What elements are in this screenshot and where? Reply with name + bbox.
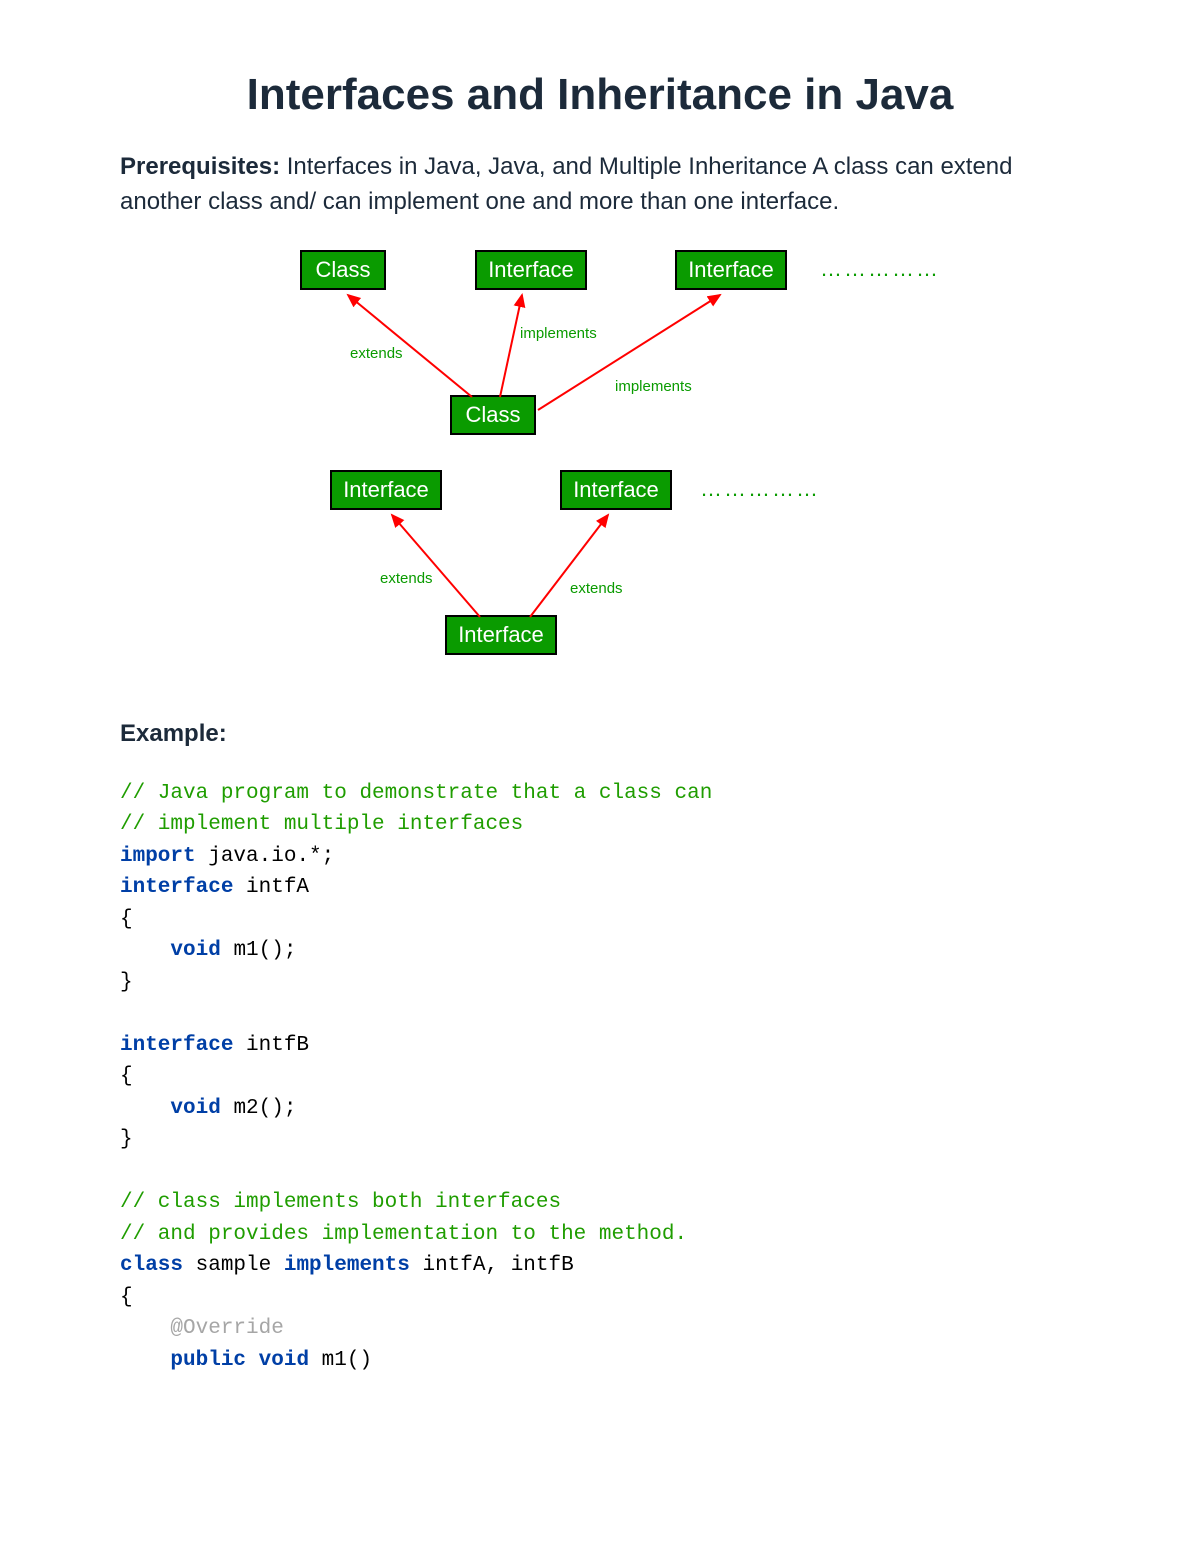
code-text: { xyxy=(120,1065,133,1088)
code-text: java.io.*; xyxy=(196,845,335,868)
code-keyword: void xyxy=(259,1349,309,1372)
code-keyword: interface xyxy=(120,1034,233,1057)
code-text: } xyxy=(120,971,133,994)
code-text: { xyxy=(120,908,133,931)
code-text: m1(); xyxy=(221,939,297,962)
code-keyword: implements xyxy=(284,1254,410,1277)
code-keyword: import xyxy=(120,845,196,868)
code-text xyxy=(246,1349,259,1372)
diagram-interface-extends: Interface Interface …………… Interface exte… xyxy=(220,470,980,680)
code-keyword: class xyxy=(120,1254,183,1277)
intro-paragraph: Prerequisites: Interfaces in Java, Java,… xyxy=(120,150,1080,220)
label-extends-2: extends xyxy=(570,580,623,597)
box-interface-parent-1: Interface xyxy=(330,470,442,510)
box-class-parent: Class xyxy=(300,250,386,290)
prereq-label: Prerequisites: xyxy=(120,153,280,180)
code-text xyxy=(120,1317,170,1340)
box-interface-parent-2: Interface xyxy=(560,470,672,510)
box-class-child: Class xyxy=(450,395,536,435)
ellipsis-1: …………… xyxy=(820,256,940,282)
code-text: m2(); xyxy=(221,1097,297,1120)
box-interface-child: Interface xyxy=(445,615,557,655)
code-text: intfA xyxy=(233,876,309,899)
label-extends: extends xyxy=(350,345,403,362)
code-comment: // class implements both interfaces xyxy=(120,1191,561,1214)
ellipsis-2: …………… xyxy=(700,476,820,502)
page-title: Interfaces and Inheritance in Java xyxy=(120,70,1080,120)
code-text: sample xyxy=(183,1254,284,1277)
code-text xyxy=(120,1349,170,1372)
code-text: m1() xyxy=(309,1349,372,1372)
label-implements2: implements xyxy=(615,378,692,395)
code-keyword: void xyxy=(170,1097,220,1120)
example-heading: Example: xyxy=(120,720,1080,748)
code-block: // Java program to demonstrate that a cl… xyxy=(120,778,1080,1377)
code-text: intfB xyxy=(233,1034,309,1057)
label-extends-1: extends xyxy=(380,570,433,587)
code-annotation: @Override xyxy=(170,1317,283,1340)
code-keyword: public xyxy=(170,1349,246,1372)
code-comment: // implement multiple interfaces xyxy=(120,813,523,836)
code-text: intfA, intfB xyxy=(410,1254,574,1277)
code-comment: // Java program to demonstrate that a cl… xyxy=(120,782,712,805)
code-keyword: void xyxy=(170,939,220,962)
code-text xyxy=(120,939,170,962)
code-text: { xyxy=(120,1286,133,1309)
box-interface-1: Interface xyxy=(475,250,587,290)
code-comment: // and provides implementation to the me… xyxy=(120,1223,687,1246)
code-text xyxy=(120,1097,170,1120)
diagram-class-extends-implements: Class Interface Interface …………… Class ex… xyxy=(220,250,980,460)
code-text: } xyxy=(120,1128,133,1151)
code-keyword: interface xyxy=(120,876,233,899)
label-implements1: implements xyxy=(520,325,597,342)
box-interface-2: Interface xyxy=(675,250,787,290)
diagram-area: Class Interface Interface …………… Class ex… xyxy=(220,250,980,680)
